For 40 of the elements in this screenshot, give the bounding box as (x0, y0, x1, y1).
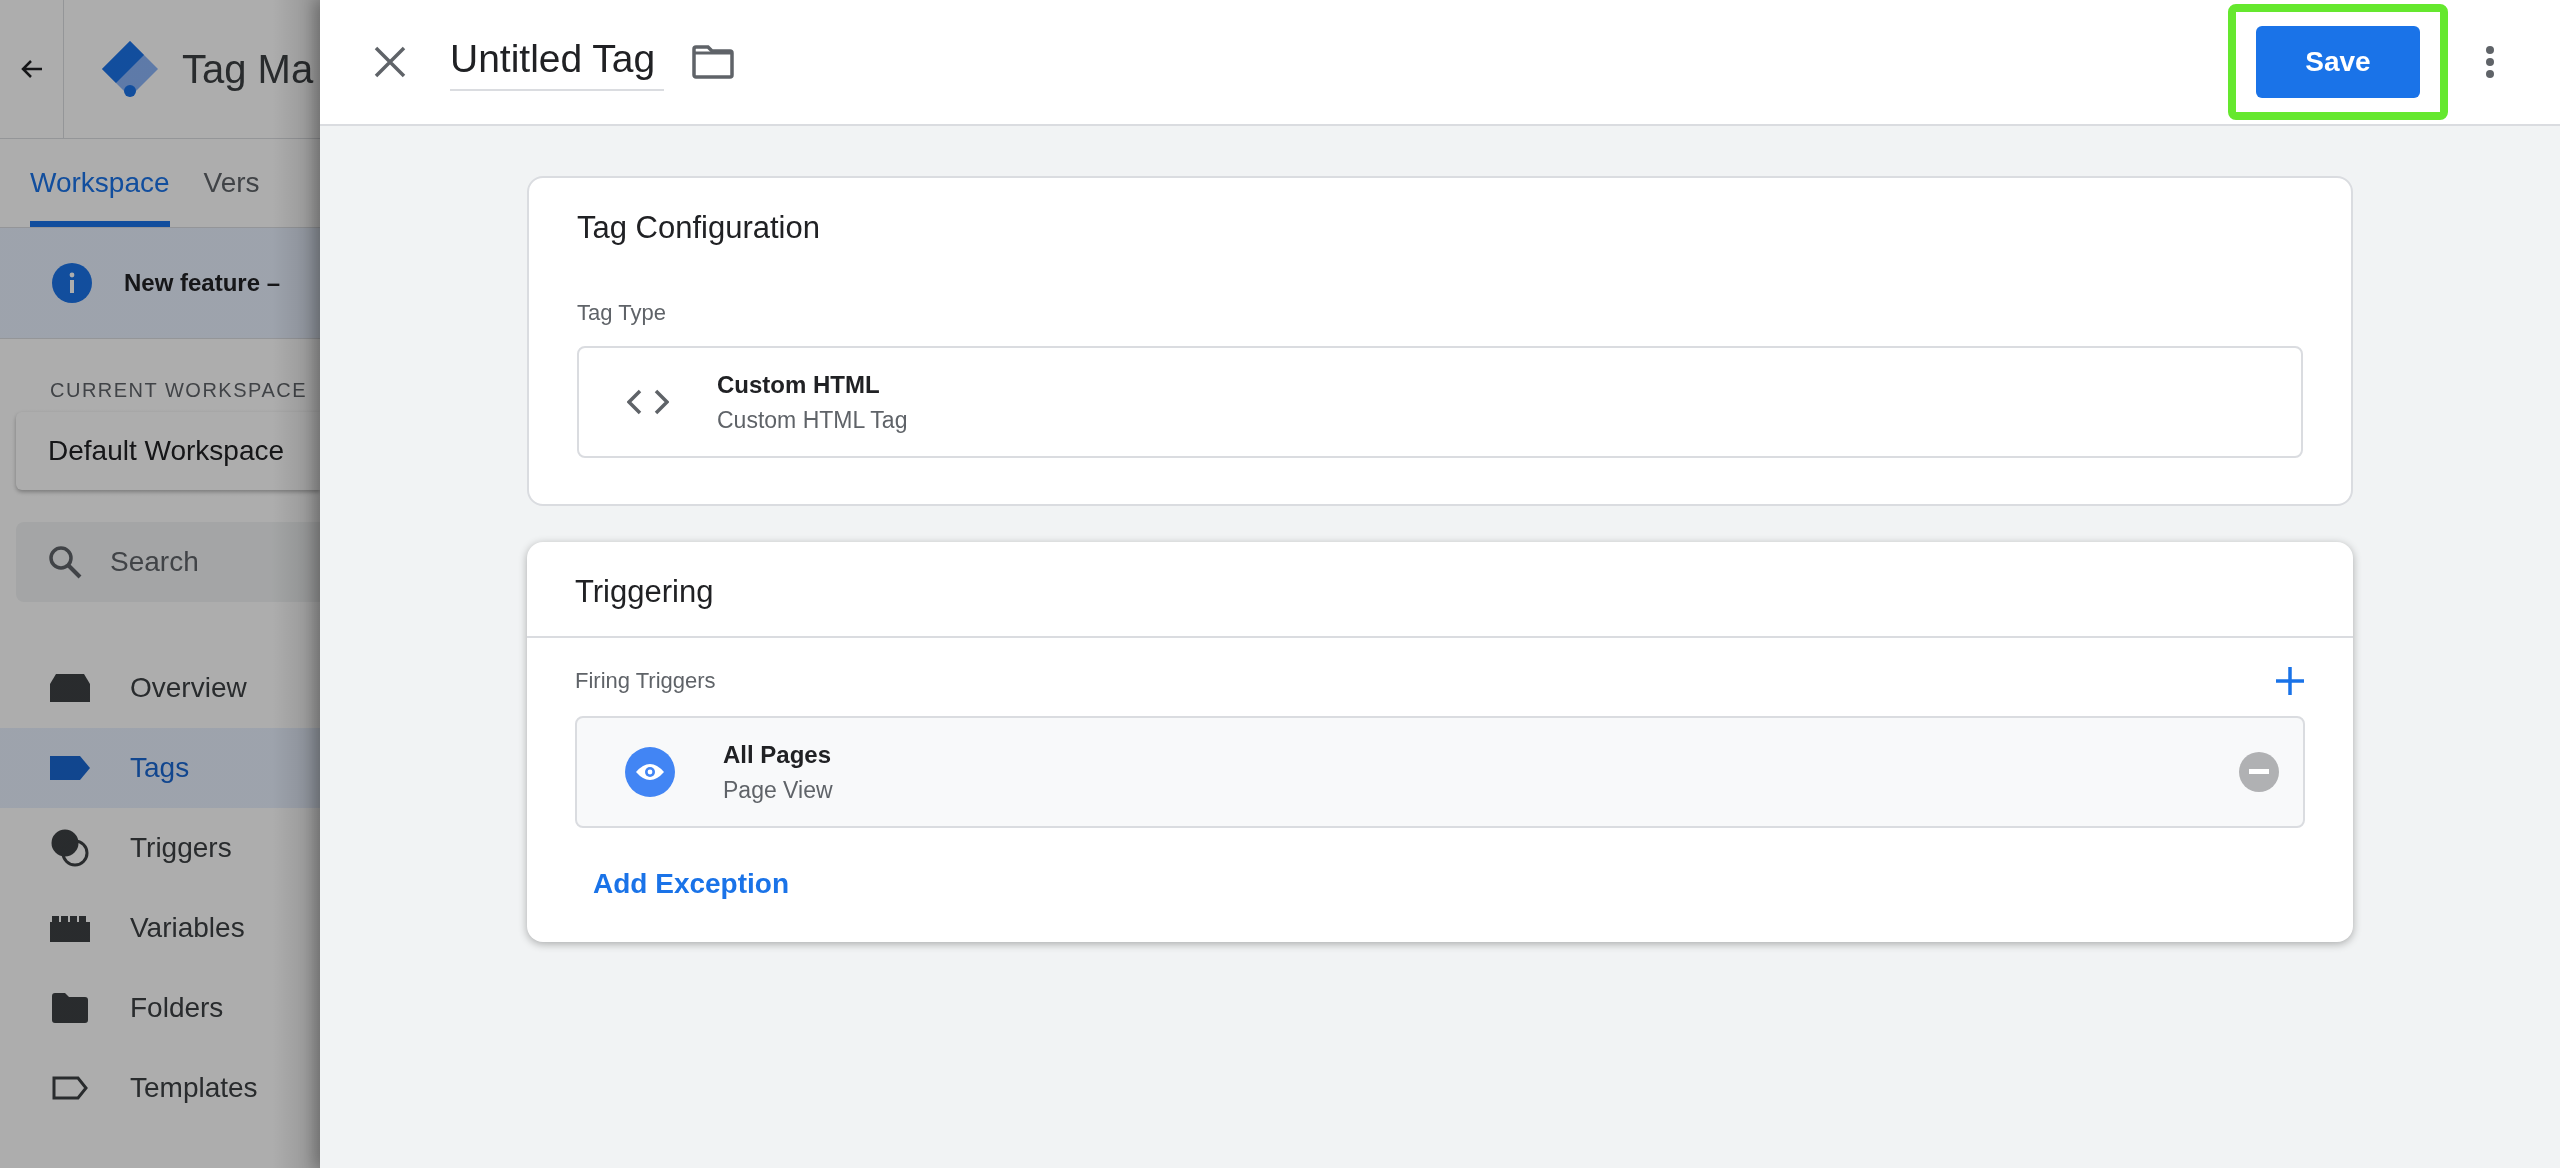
add-icon[interactable] (2275, 666, 2305, 696)
field-label: Tag Type (577, 300, 666, 326)
diamond-logo-icon (100, 39, 160, 99)
nav-item[interactable]: Variables (0, 888, 320, 968)
nav-item[interactable]: Triggers (0, 808, 320, 888)
nav-item[interactable]: Templates (0, 1048, 320, 1128)
section-label: CURRENT WORKSPACE (49, 378, 308, 403)
folder-icon[interactable] (692, 45, 734, 79)
overlapping-circles-icon (50, 828, 90, 868)
tag-type-item[interactable]: Custom HTML Custom HTML Tag (577, 346, 2303, 458)
nav-item[interactable]: Tags (0, 728, 320, 808)
item-name: All Pages (723, 740, 833, 769)
workspace-selector[interactable]: Default Workspace (16, 412, 320, 490)
tag-outline-icon (52, 1076, 88, 1100)
back-arrow-icon[interactable] (20, 59, 43, 79)
card-title: Triggering (574, 573, 715, 611)
search-field[interactable]: Search (16, 522, 320, 602)
tag-name-field[interactable]: Untitled Tag (450, 33, 664, 91)
building-block-icon (50, 914, 90, 942)
banner-text: New feature – (124, 269, 281, 297)
save-button[interactable]: Save (2256, 26, 2420, 98)
item-name: Custom HTML (717, 370, 881, 399)
field-label: Firing Triggers (575, 668, 716, 694)
card-title: Tag Configuration (576, 209, 821, 247)
tab[interactable]: Vers (203, 139, 260, 227)
item-description: Page View (723, 776, 834, 804)
app-title: Tag Ma (182, 46, 314, 92)
folder-icon (52, 993, 88, 1023)
nav-item[interactable]: Folders (0, 968, 320, 1048)
trigger-item[interactable]: All Pages Page View (575, 716, 2305, 828)
info-icon (52, 263, 92, 303)
tray-icon (50, 674, 90, 702)
add-exception-link[interactable]: Add Exception (593, 868, 789, 900)
code-brackets-icon (627, 389, 669, 415)
close-icon[interactable] (372, 44, 408, 80)
tag-icon (50, 756, 90, 780)
eye-icon (625, 747, 675, 797)
nav-item[interactable]: Overview (0, 648, 320, 728)
more-options-icon[interactable] (2484, 44, 2496, 80)
item-description: Custom HTML Tag (717, 406, 909, 434)
